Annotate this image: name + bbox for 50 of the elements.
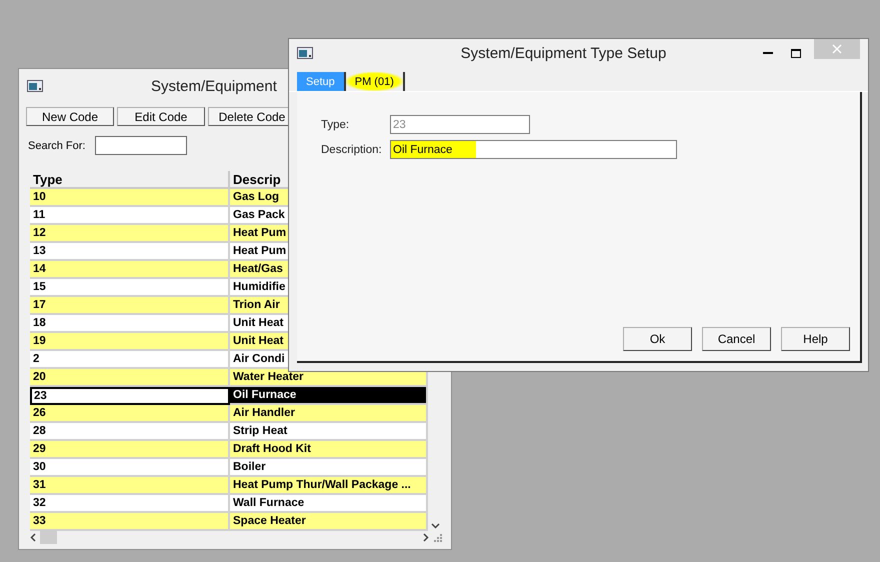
table-cell[interactable]: 14	[30, 261, 230, 279]
table-cell[interactable]: 32	[30, 495, 230, 513]
table-cell[interactable]: 31	[30, 477, 230, 495]
table-cell[interactable]: 15	[30, 279, 230, 297]
table-cell[interactable]: Space Heater	[230, 513, 428, 531]
field-label: Description:	[321, 144, 383, 156]
table-cell[interactable]: Wall Furnace	[230, 495, 428, 513]
tab[interactable]: PM (01)	[346, 72, 405, 91]
input-field[interactable]: Oil Furnace	[390, 140, 677, 159]
table-cell[interactable]: 26	[30, 405, 230, 423]
table-cell[interactable]: 10	[30, 189, 230, 207]
app-icon	[297, 47, 313, 59]
search-label: Search For:	[28, 140, 86, 152]
window-title: System/Equipment	[151, 78, 277, 94]
scroll-left-icon[interactable]	[30, 532, 36, 542]
field-label: Type:	[321, 118, 350, 130]
window-title: System/Equipment Type Setup	[460, 44, 668, 62]
table-cell[interactable]: 2	[30, 351, 230, 369]
table-cell[interactable]: 13	[30, 243, 230, 261]
dialog-button[interactable]: Help	[781, 327, 850, 351]
table-cell[interactable]: 20	[30, 369, 230, 387]
scroll-down-icon[interactable]	[430, 523, 440, 529]
table-cell[interactable]: Boiler	[230, 459, 428, 477]
dialog-button[interactable]: Ok	[623, 327, 692, 351]
scroll-thumb[interactable]	[40, 530, 57, 544]
close-icon	[832, 44, 842, 54]
table-cell[interactable]: Draft Hood Kit	[230, 441, 428, 459]
dialog-button[interactable]: Cancel	[702, 327, 771, 351]
table-cell[interactable]: Oil Furnace	[230, 387, 428, 405]
app-icon	[27, 80, 43, 92]
search-field[interactable]	[95, 136, 188, 155]
column-header[interactable]: Type	[30, 171, 230, 189]
table-cell[interactable]: Air Handler	[230, 405, 428, 423]
table-cell[interactable]: 33	[30, 513, 230, 531]
table-cell[interactable]: 11	[30, 207, 230, 225]
table-cell[interactable]: 28	[30, 423, 230, 441]
table-cell[interactable]: Heat Pump Thur/Wall Package ...	[230, 477, 428, 495]
table-cell[interactable]: 19	[30, 333, 230, 351]
scroll-right-icon[interactable]	[423, 532, 429, 542]
resize-grip-icon[interactable]	[433, 532, 442, 542]
table-cell[interactable]: 17	[30, 297, 230, 315]
table-cell[interactable]: 23	[30, 387, 230, 405]
maximize-icon[interactable]	[791, 48, 801, 58]
table-cell[interactable]: Strip Heat	[230, 423, 428, 441]
table-cell[interactable]: 30	[30, 459, 230, 477]
table-cell[interactable]: 18	[30, 315, 230, 333]
table-cell[interactable]: 29	[30, 441, 230, 459]
toolbar-button[interactable]: Edit Code	[117, 107, 205, 126]
toolbar-button[interactable]: New Code	[26, 107, 114, 126]
table-cell[interactable]: 12	[30, 225, 230, 243]
